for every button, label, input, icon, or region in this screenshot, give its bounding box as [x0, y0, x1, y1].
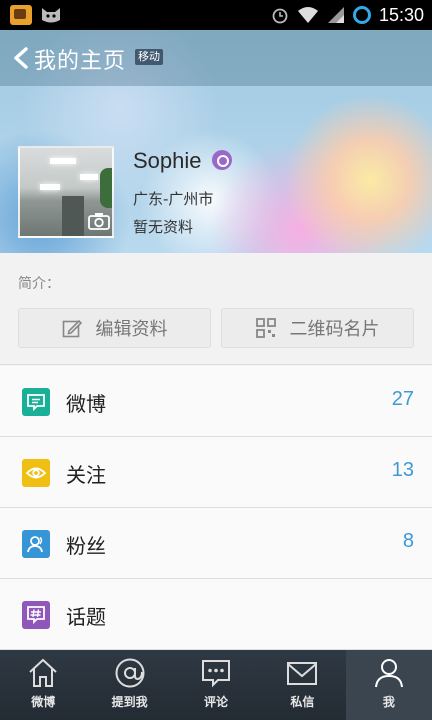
fans-icon — [22, 530, 50, 558]
mail-icon — [287, 662, 318, 685]
avatar-photo-detail — [62, 196, 84, 236]
list-item-count: 8 — [402, 530, 414, 552]
edit-profile-button[interactable]: 编辑资料 — [18, 308, 211, 348]
tab-me[interactable]: 我 — [345, 650, 432, 720]
at-icon — [115, 658, 145, 688]
alarm-icon — [272, 8, 288, 24]
avatar-photo-detail — [80, 174, 98, 180]
avatar-photo-detail — [40, 184, 60, 190]
person-icon — [374, 659, 403, 688]
edit-icon — [62, 319, 82, 338]
bottom-tab-bar: 微博 提到我 评论 私信 我 — [0, 650, 432, 720]
tab-label: 微博 — [31, 695, 56, 709]
camera-icon[interactable] — [88, 212, 110, 230]
list-item-count: 27 — [391, 388, 414, 410]
tab-label: 私信 — [290, 695, 315, 709]
list-item-weibo[interactable]: 微博 27 — [0, 366, 432, 437]
status-bar: 15:30 — [0, 0, 432, 30]
profile-screen: 15:30 我的主页 移动 Sophie 广东-广州市 暂无资料 简介： 编辑资… — [0, 0, 432, 720]
network-badge: 移动 — [135, 49, 163, 65]
weibo-icon — [22, 388, 50, 416]
list-item-topics[interactable]: 话题 — [0, 579, 432, 650]
status-right: 15:30 — [271, 0, 424, 30]
tab-label: 我 — [382, 695, 395, 709]
qr-card-button[interactable]: 二维码名片 — [221, 308, 414, 348]
verified-badge-icon — [212, 150, 232, 170]
intro-label: 简介： — [18, 276, 60, 292]
clock: 15:30 — [378, 4, 424, 25]
tab-label: 提到我 — [111, 695, 148, 709]
page-title[interactable]: 我的主页 — [34, 43, 126, 75]
top-bar: 我的主页 移动 — [0, 30, 432, 86]
qr-code-icon — [255, 318, 276, 338]
signal-icon — [327, 7, 344, 23]
comment-icon — [202, 660, 231, 688]
tab-weibo[interactable]: 微博 — [0, 650, 86, 720]
tab-mentions[interactable]: 提到我 — [86, 650, 172, 720]
list-item-fans[interactable]: 粉丝 8 — [0, 508, 432, 579]
back-chevron-icon[interactable] — [12, 47, 30, 69]
home-icon — [29, 658, 57, 687]
cat-notification-icon — [42, 8, 60, 23]
topic-icon — [22, 601, 50, 629]
user-location: 广东-广州市 — [133, 190, 214, 208]
app-notification-icon — [10, 5, 32, 25]
wifi-icon — [297, 7, 318, 23]
tab-comments[interactable]: 评论 — [173, 650, 259, 720]
user-profile-status: 暂无资料 — [133, 218, 194, 236]
list-item-label: 话题 — [66, 605, 106, 629]
profile-banner: 我的主页 移动 Sophie 广东-广州市 暂无资料 — [0, 30, 432, 253]
sync-ring-icon — [352, 6, 371, 24]
list-item-count: 13 — [391, 459, 414, 481]
intro-section: 简介： 编辑资料 二维码名片 — [0, 253, 432, 365]
edit-profile-label: 编辑资料 — [95, 319, 168, 340]
list-item-label: 粉丝 — [66, 534, 106, 558]
profile-menu-list: 微博 27 关注 13 粉丝 8 话题 — [0, 366, 432, 650]
list-item-label: 微博 — [66, 392, 106, 416]
tab-label: 评论 — [204, 695, 229, 709]
user-name: Sophie — [133, 148, 202, 173]
qr-card-label: 二维码名片 — [289, 319, 380, 340]
eye-icon — [22, 459, 50, 487]
avatar-photo-detail — [100, 168, 112, 208]
list-item-label: 关注 — [66, 463, 106, 487]
list-item-following[interactable]: 关注 13 — [0, 437, 432, 508]
tab-messages[interactable]: 私信 — [259, 650, 345, 720]
avatar-photo-detail — [50, 158, 76, 164]
